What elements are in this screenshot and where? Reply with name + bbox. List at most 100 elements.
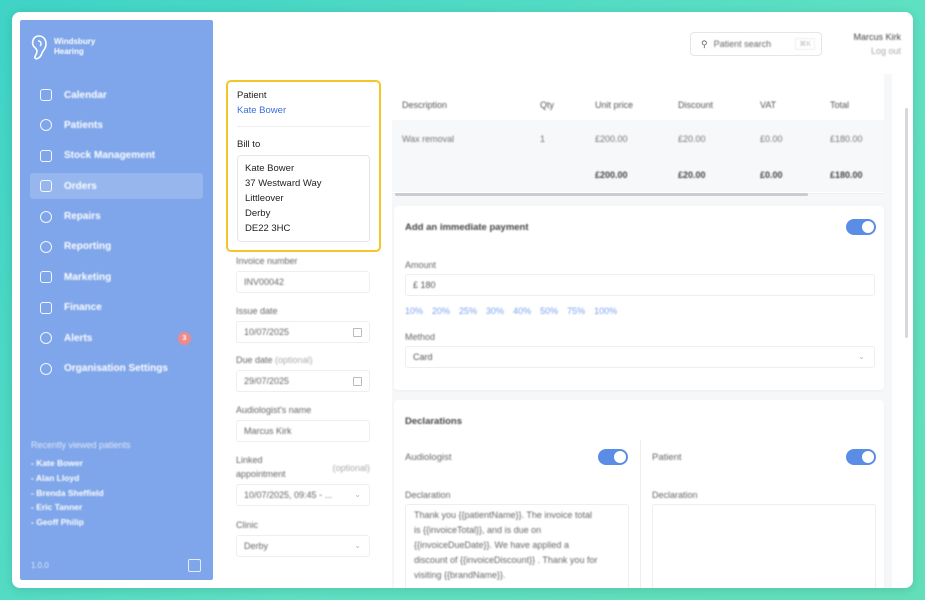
table-body-bg: [392, 120, 884, 192]
sidebar-item-reporting[interactable]: Reporting: [30, 234, 203, 260]
sidebar-item-alerts[interactable]: Alerts 3: [30, 325, 203, 351]
total-unit-price: £200.00: [595, 170, 628, 180]
page-vertical-scrollbar[interactable]: [905, 108, 908, 338]
method-label: Method: [405, 332, 436, 342]
clinic-value: Derby: [244, 541, 269, 551]
due-date-input[interactable]: 29/07/2025: [236, 370, 370, 392]
immediate-payment-toggle[interactable]: [846, 219, 876, 235]
divider: [237, 126, 370, 127]
search-shortcut: ⌘K: [795, 38, 815, 50]
calendar-icon[interactable]: [353, 328, 362, 337]
percent-button[interactable]: 10%: [405, 306, 423, 316]
declarations-card: Declarations Audiologist Patient Declara…: [394, 400, 884, 588]
cell-discount: £20.00: [678, 134, 706, 144]
sidebar-nav: Calendar Patients Stock Management Order…: [30, 82, 203, 386]
sidebar-item-stock-management[interactable]: Stock Management: [30, 143, 203, 169]
address-line: Derby: [245, 208, 271, 219]
invoice-number-input[interactable]: INV00042: [236, 271, 370, 293]
recent-patients-title: Recently viewed patients: [31, 440, 131, 450]
cell-vat: £0.00: [760, 134, 783, 144]
mail-icon: [40, 271, 52, 284]
sidebar-item-calendar[interactable]: Calendar: [30, 82, 203, 108]
audiologist-declaration-toggle[interactable]: [598, 449, 628, 465]
sidebar-item-label: Patients: [64, 119, 103, 131]
percent-button[interactable]: 100%: [594, 306, 617, 316]
issue-date-label: Issue date: [236, 306, 278, 316]
patient-search[interactable]: ⚲ Patient search ⌘K: [690, 32, 822, 56]
bell-icon: [40, 332, 52, 345]
due-date-label-text: Due date: [236, 355, 273, 365]
recent-patient-link[interactable]: - Alan Lloyd: [31, 473, 131, 483]
percent-button[interactable]: 40%: [513, 306, 531, 316]
sidebar-item-patients[interactable]: Patients: [30, 112, 203, 138]
sidebar-item-organisation-settings[interactable]: Organisation Settings: [30, 356, 203, 382]
issue-date-value: 10/07/2025: [244, 327, 290, 337]
audiologist-name-field: Audiologist's name Marcus Kirk: [236, 405, 370, 442]
clinic-field: Clinic Derby ⌄: [236, 520, 370, 557]
search-icon: ⚲: [701, 38, 708, 49]
bill-to-label: Bill to: [237, 139, 261, 150]
sidebar-item-label: Marketing: [64, 271, 112, 283]
recent-patient-link[interactable]: - Geoff Philip: [31, 517, 131, 527]
patient-name-link[interactable]: Kate Bower: [237, 105, 370, 116]
address-line: DE22 3HC: [245, 223, 291, 234]
calendar-icon[interactable]: [353, 377, 362, 386]
patient-declaration-field-label: Declaration: [652, 490, 698, 500]
clinic-select[interactable]: Derby ⌄: [236, 535, 370, 557]
recent-patient-link[interactable]: - Eric Tanner: [31, 502, 131, 512]
linked-appointment-label: Linked appointment (optional): [236, 455, 370, 479]
cell-description: Wax removal: [402, 134, 455, 144]
issue-date-input[interactable]: 10/07/2025: [236, 321, 370, 343]
logout-link[interactable]: Log out: [853, 46, 901, 56]
percent-button[interactable]: 50%: [540, 306, 558, 316]
sidebar-item-orders[interactable]: Orders: [30, 173, 203, 200]
sidebar-item-label: Organisation Settings: [64, 363, 168, 375]
recent-patient-link[interactable]: - Kate Bower: [31, 458, 131, 468]
collapse-sidebar-icon[interactable]: [188, 559, 201, 572]
clinic-label: Clinic: [236, 520, 259, 530]
table-horizontal-scrollbar[interactable]: [395, 193, 808, 196]
col-vat: VAT: [760, 100, 777, 110]
total-vat: £0.00: [760, 170, 783, 180]
declaration-line: discount of {{invoiceDiscount}} . Thank …: [414, 555, 598, 565]
sidebar-item-finance[interactable]: Finance: [30, 295, 203, 321]
app-version: 1.0.0: [31, 561, 49, 570]
sidebar-item-repairs[interactable]: Repairs: [30, 204, 203, 230]
percent-button[interactable]: 75%: [567, 306, 585, 316]
recent-patient-link[interactable]: - Brenda Sheffield: [31, 488, 131, 498]
patients-icon: [40, 119, 52, 132]
calendar-icon: [40, 89, 52, 101]
brand-line-2: Hearing: [54, 47, 84, 56]
cell-qty: 1: [540, 134, 546, 144]
brand-logo[interactable]: Windsbury Hearing: [30, 34, 95, 60]
col-qty: Qty: [540, 100, 555, 110]
total-discount: £20.00: [678, 170, 706, 180]
sidebar-item-marketing[interactable]: Marketing: [30, 264, 203, 290]
ear-logo-icon: [31, 35, 47, 60]
percent-button[interactable]: 20%: [432, 306, 450, 316]
due-date-value: 29/07/2025: [244, 376, 290, 386]
linked-appointment-select[interactable]: 10/07/2025, 09:45 - ... ⌄: [236, 484, 370, 506]
patient-declaration-toggle[interactable]: [846, 449, 876, 465]
gear-icon: [40, 362, 52, 375]
chevron-down-icon: ⌄: [354, 490, 361, 499]
invoice-number-value: INV00042: [244, 277, 285, 287]
percent-button[interactable]: 30%: [486, 306, 504, 316]
method-select[interactable]: Card ⌄: [405, 346, 875, 368]
cell-total: £180.00: [830, 134, 863, 144]
amount-input[interactable]: £ 180: [405, 274, 875, 296]
immediate-payment-card: Add an immediate payment Amount £ 180 10…: [394, 206, 884, 390]
issue-date-field: Issue date 10/07/2025: [236, 306, 370, 343]
user-menu: Marcus Kirk Log out: [853, 32, 901, 56]
bill-to-address[interactable]: Kate Bower 37 Westward Way Littleover De…: [237, 155, 370, 242]
patient-declaration-textarea[interactable]: [652, 504, 876, 588]
clipboard-icon: [40, 149, 52, 162]
brand-name: Windsbury Hearing: [54, 37, 95, 57]
wrench-icon: [40, 210, 52, 223]
sidebar: Windsbury Hearing Calendar Patients Stoc…: [20, 20, 213, 580]
audiologist-name-input[interactable]: Marcus Kirk: [236, 420, 370, 442]
alerts-count-badge: 3: [178, 331, 191, 345]
app-window: Windsbury Hearing Calendar Patients Stoc…: [12, 12, 913, 588]
percent-button[interactable]: 25%: [459, 306, 477, 316]
chevron-down-icon: ⌄: [354, 541, 361, 550]
